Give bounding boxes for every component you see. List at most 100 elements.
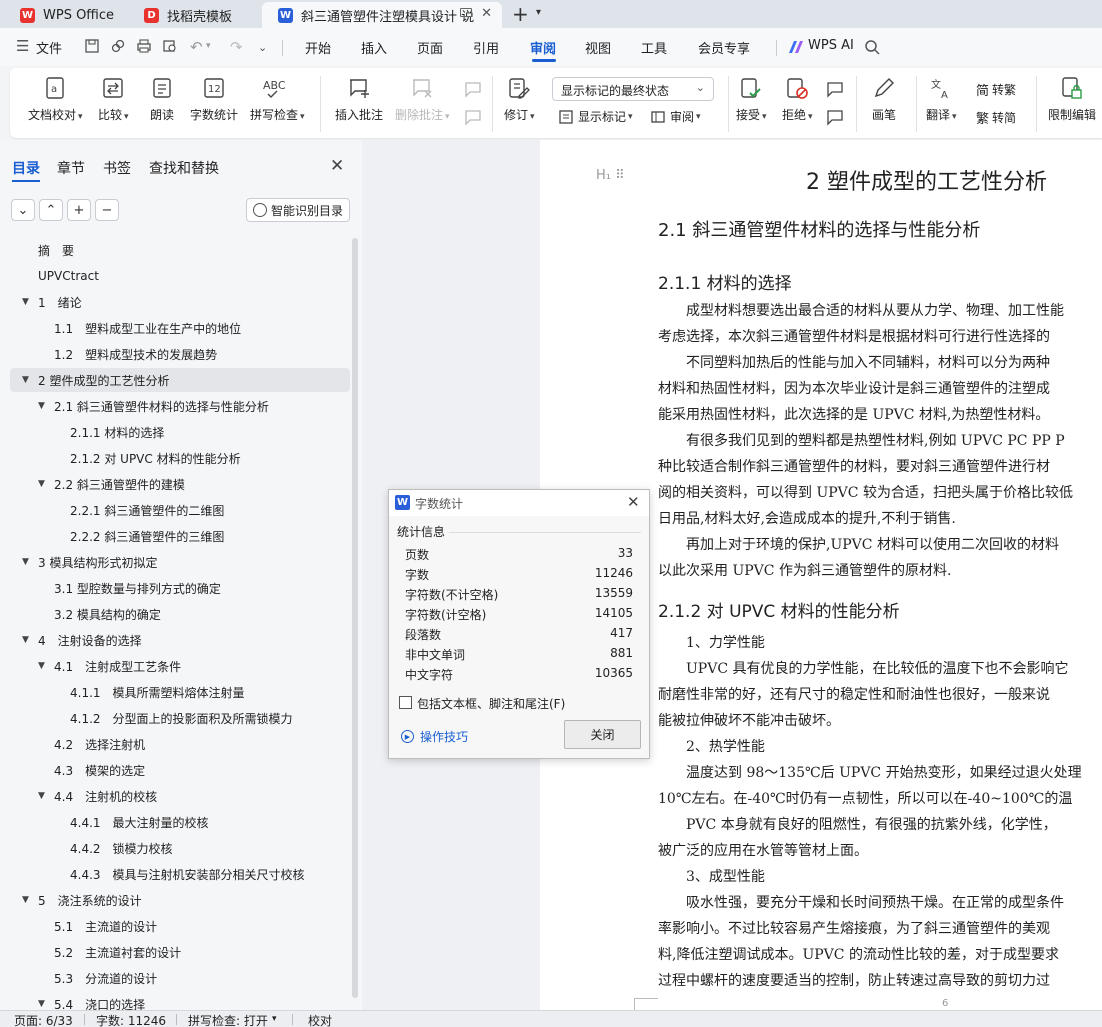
translate-button[interactable]: 文A 翻译 ▾ (926, 76, 957, 123)
toc-item[interactable]: ▼ 4.1 注射成型工艺条件 (10, 654, 350, 678)
print-icon[interactable] (136, 38, 152, 54)
menu-tools[interactable]: 工具 (641, 38, 667, 57)
expand-up-button[interactable]: ⌃ (39, 199, 63, 221)
dialog-titlebar[interactable]: W 字数统计 ✕ (389, 490, 649, 516)
toc-item[interactable]: 3.1 型腔数量与排列方式的确定 (10, 576, 350, 600)
file-menu[interactable]: 文件 (36, 38, 62, 57)
status-proofread[interactable]: 校对 (308, 1012, 332, 1027)
toc-item[interactable]: 5.3 分流道的设计 (10, 966, 350, 990)
tips-link[interactable]: ▶ 操作技巧 (401, 728, 468, 745)
include-textbox-label[interactable]: 包括文本框、脚注和尾注(F) (417, 695, 565, 712)
toc-item[interactable]: 1.1 塑料成型工业在生产中的地位 (10, 316, 350, 340)
expand-arrow-icon[interactable]: ▼ (22, 557, 29, 567)
hamburger-menu-icon[interactable]: ☰ (16, 37, 29, 55)
toc-item[interactable]: 4.1.1 模具所需塑料熔体注射量 (10, 680, 350, 704)
expand-arrow-icon[interactable]: ▼ (38, 791, 45, 801)
save-icon[interactable] (84, 38, 100, 54)
expand-arrow-icon[interactable]: ▼ (22, 895, 29, 905)
include-textbox-checkbox[interactable] (399, 696, 412, 709)
read-aloud-button[interactable]: 朗读 (150, 76, 174, 123)
previous-comment-icon[interactable] (464, 80, 482, 98)
toc-scrollbar[interactable] (352, 238, 358, 998)
compare-button[interactable]: 比较 ▾ (98, 76, 129, 123)
tab-list-chevron-icon[interactable]: ▾ (536, 7, 541, 18)
display-mode-select[interactable]: 显示标记的最终状态 ⌄ (552, 77, 714, 101)
toc-item[interactable]: ▼ 5.4 浇口的选择 (10, 992, 350, 1011)
toc-item[interactable]: ▼ 2.1 斜三通管塑件材料的选择与性能分析 (10, 394, 350, 418)
close-button[interactable]: 关闭 (564, 720, 641, 749)
toc-item[interactable]: 2.2.1 斜三通管塑件的二维图 (10, 498, 350, 522)
toc-item[interactable]: ▼ 4 注射设备的选择 (10, 628, 350, 652)
chevron-down-icon[interactable]: ▾ (272, 1014, 277, 1024)
toc-item[interactable]: 1.2 塑料成型技术的发展趋势 (10, 342, 350, 366)
menu-reference[interactable]: 引用 (473, 38, 499, 57)
toc-item[interactable]: 4.4.2 锁模力校核 (10, 836, 350, 860)
add-heading-button[interactable]: + (67, 199, 91, 221)
tab-docer-templates[interactable]: D 找稻壳模板 (128, 2, 256, 28)
previous-change-icon[interactable] (826, 80, 844, 98)
tab-wps-office[interactable]: W WPS Office (4, 2, 122, 28)
spell-check-button[interactable]: ABC 拼写检查 ▾ (250, 76, 305, 123)
more-dropdown-icon[interactable]: ⌄ (258, 41, 267, 54)
nav-tab-bookmarks[interactable]: 书签 (103, 158, 131, 178)
revise-button[interactable]: 修订 ▾ (504, 76, 535, 123)
menu-insert[interactable]: 插入 (361, 38, 387, 57)
remove-heading-button[interactable]: − (95, 199, 119, 221)
toc-item[interactable]: 4.3 模架的选定 (10, 758, 350, 782)
toc-item[interactable]: UPVCtract (10, 264, 350, 288)
menu-view[interactable]: 视图 (585, 38, 611, 57)
search-icon[interactable] (864, 39, 880, 55)
heading-drag-handle-icon[interactable]: H₁ ⠿ (596, 168, 625, 183)
redo-icon[interactable]: ↷ (230, 38, 243, 56)
wps-ai-button[interactable]: WPS AI (808, 38, 854, 53)
share-link-icon[interactable] (110, 38, 126, 54)
accept-button[interactable]: 接受 ▾ (736, 76, 767, 123)
toc-item[interactable]: 2.2.2 斜三通管塑件的三维图 (10, 524, 350, 548)
pen-button[interactable]: 画笔 (872, 76, 896, 123)
restrict-edit-button[interactable]: 限制编辑 (1048, 76, 1096, 123)
next-change-icon[interactable] (826, 108, 844, 126)
insert-comment-button[interactable]: 插入批注 (335, 76, 383, 123)
toc-item[interactable]: 5.1 主流道的设计 (10, 914, 350, 938)
toc-item[interactable]: 3.2 模具结构的确定 (10, 602, 350, 626)
menu-member[interactable]: 会员专享 (698, 38, 750, 57)
new-tab-button[interactable]: + (512, 2, 529, 26)
nav-tab-find-replace[interactable]: 查找和替换 (149, 158, 219, 178)
collapse-all-button[interactable]: ⌄ (11, 199, 35, 221)
expand-arrow-icon[interactable]: ▼ (22, 297, 29, 307)
toc-item[interactable]: 4.4.1 最大注射量的校核 (10, 810, 350, 834)
expand-arrow-icon[interactable]: ▼ (22, 375, 29, 385)
to-traditional-button[interactable]: 简 转繁 (976, 80, 1016, 99)
nav-tab-toc[interactable]: 目录 (12, 158, 40, 178)
tab-current-document[interactable]: W 斜三通管塑件注塑模具设计 说 ✕ (262, 2, 502, 28)
expand-arrow-icon[interactable]: ▼ (38, 999, 45, 1009)
status-page[interactable]: 页面: 6/33 (14, 1012, 73, 1027)
status-word-count[interactable]: 字数: 11246 (96, 1012, 166, 1027)
close-tab-icon[interactable]: ✕ (481, 6, 492, 21)
expand-arrow-icon[interactable]: ▼ (22, 635, 29, 645)
toc-item[interactable]: ▼ 1 绪论 (10, 290, 350, 314)
smart-toc-button[interactable]: 智能识别目录 (246, 198, 350, 222)
toc-item[interactable]: 4.4.3 模具与注射机安装部分相关尺寸校核 (10, 862, 350, 886)
proofread-button[interactable]: a 文档校对 ▾ (28, 76, 83, 123)
toc-item[interactable]: 4.1.2 分型面上的投影面积及所需锁模力 (10, 706, 350, 730)
menu-page[interactable]: 页面 (417, 38, 443, 57)
toc-item[interactable]: ▼ 4.4 注射机的校核 (10, 784, 350, 808)
menu-review[interactable]: 审阅 (530, 38, 556, 57)
word-count-button[interactable]: 12 字数统计 (190, 76, 238, 123)
close-pane-icon[interactable]: ✕ (330, 156, 344, 176)
monitor-icon[interactable] (460, 8, 472, 17)
expand-arrow-icon[interactable]: ▼ (38, 661, 45, 671)
nav-tab-chapters[interactable]: 章节 (57, 158, 85, 178)
undo-icon[interactable]: ↶ (190, 38, 203, 56)
toc-item[interactable]: ▼ 2 塑件成型的工艺性分析 (10, 368, 350, 392)
reject-button[interactable]: 拒绝 ▾ (782, 76, 813, 123)
dialog-close-icon[interactable]: ✕ (627, 493, 640, 511)
toc-item[interactable]: ▼ 5 浇注系统的设计 (10, 888, 350, 912)
print-preview-icon[interactable] (162, 38, 178, 54)
toc-item[interactable]: 摘 要 (10, 238, 350, 262)
undo-dropdown-icon[interactable]: ▾ (206, 41, 211, 51)
delete-comment-button[interactable]: 删除批注 ▾ (395, 76, 450, 123)
next-comment-icon[interactable] (464, 108, 482, 126)
menu-start[interactable]: 开始 (305, 38, 331, 57)
